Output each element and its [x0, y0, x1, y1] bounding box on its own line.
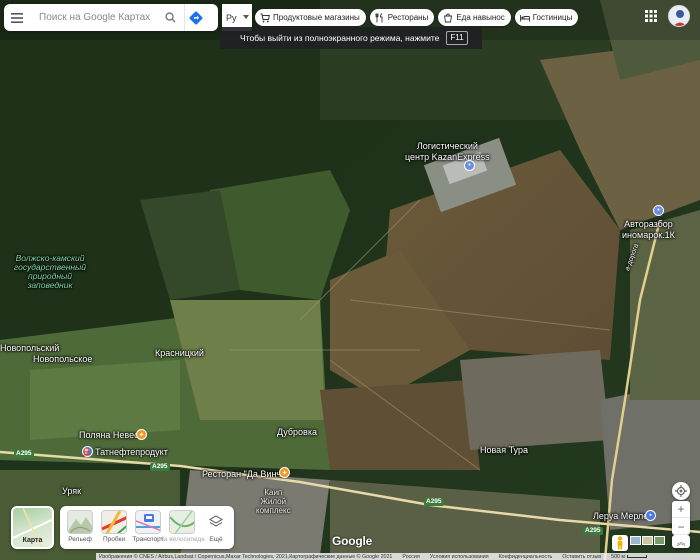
country-link[interactable]: Россия — [402, 554, 419, 560]
search-input[interactable] — [39, 12, 159, 23]
restaurant-label[interactable]: Ресторан "Да Винчи" — [202, 469, 289, 480]
menu-icon[interactable] — [4, 4, 30, 31]
thumb-2[interactable] — [642, 536, 653, 545]
logistics-pin-icon[interactable]: • — [464, 160, 475, 171]
polyana-label[interactable]: Поляна Невест — [79, 430, 143, 441]
layer-label: Рельеф — [68, 536, 92, 543]
residential-complex-label[interactable]: Каип Жилой комплекс — [256, 488, 291, 515]
leroy-pin-icon[interactable]: ▪ — [645, 510, 656, 521]
dubrovka-label[interactable]: Дубровка — [277, 427, 317, 438]
uryak-label[interactable]: Уряк — [62, 486, 81, 497]
minus-icon: − — [677, 519, 685, 534]
plus-icon: + — [677, 502, 685, 516]
imagery-attribution: Изображения © CNES / Airbus,Landsat / Co… — [99, 553, 393, 560]
bed-icon — [519, 13, 530, 23]
krasnitsky-label[interactable]: Красницкий — [155, 348, 204, 359]
map-type-button[interactable]: Карта — [11, 506, 54, 549]
chip-hotels[interactable]: Гостиницы — [514, 9, 579, 26]
my-location-button[interactable] — [672, 482, 690, 500]
cart-icon — [260, 13, 270, 23]
tatneft-label[interactable]: Татнефтепродукт — [95, 447, 168, 458]
terrain-icon — [67, 510, 93, 534]
apps-grid-icon[interactable] — [644, 9, 658, 23]
pegman-icon — [617, 536, 623, 550]
layer-terrain[interactable]: Рельеф — [66, 510, 94, 549]
crosshair-icon — [675, 485, 687, 497]
road-shield-a295: A295 — [424, 498, 444, 506]
layer-bicycling[interactable]: На велосипеде — [159, 510, 205, 549]
google-logo: Google — [332, 534, 373, 548]
novopolsky-label[interactable]: Новопольский — [0, 343, 59, 354]
scale-ruler — [627, 555, 648, 558]
road-shield-a295: A295 — [14, 450, 34, 458]
chip-label: Еда навынос — [456, 13, 505, 22]
fork-knife-icon — [375, 12, 385, 23]
reserve-label[interactable]: Волжско-камский государственный природны… — [14, 254, 86, 290]
chip-label: Гостиницы — [532, 13, 573, 22]
chevron-up-icon: ︽ — [676, 537, 686, 547]
gas-station-pin-icon[interactable]: ⛽ — [82, 446, 93, 457]
road-shield-a295: A295 — [583, 527, 603, 535]
terms-link[interactable]: Условия использования — [430, 554, 489, 560]
road-shield-a295: A295 — [150, 463, 170, 471]
scale-bar[interactable]: 500 м — [611, 553, 648, 560]
search-icon[interactable] — [159, 12, 181, 23]
feedback-link[interactable]: Оставить отзыв — [562, 554, 601, 560]
layers-panel: Рельеф Пробки Транспорт На велосипеде Ещ… — [60, 506, 234, 549]
autorazbor-pin-icon[interactable]: • — [653, 205, 664, 216]
layer-label: На велосипеде — [159, 536, 205, 543]
zoom-out-button[interactable]: − — [672, 518, 690, 535]
layer-label: Ещё — [209, 536, 223, 543]
map-footer: Изображения © CNES / Airbus,Landsat / Co… — [96, 553, 700, 560]
restaurant-pin-icon[interactable]: ✦ — [279, 467, 290, 478]
autorazbor-label[interactable]: Авторазбор иномарок.1К — [622, 219, 675, 241]
bicycle-icon — [169, 510, 195, 534]
layer-label: Пробки — [102, 536, 126, 543]
chip-groceries[interactable]: Продуктовые магазины — [255, 9, 366, 26]
layer-transit[interactable]: Транспорт — [132, 510, 164, 549]
language-value: Ру — [226, 12, 237, 23]
chevron-down-icon — [243, 15, 249, 19]
zoom-controls: + − — [672, 501, 690, 535]
search-box[interactable] — [4, 4, 218, 31]
satellite-map[interactable]: Логистический центр KazanExpress • Волжс… — [0, 0, 700, 560]
novopolskoe-label[interactable]: Новопольское — [33, 354, 92, 365]
chip-takeout[interactable]: Еда навынос — [438, 9, 511, 26]
privacy-link[interactable]: Конфиденциальность — [499, 554, 553, 560]
chip-label: Продуктовые магазины — [273, 13, 360, 22]
scale-label: 500 м — [611, 553, 626, 560]
zoom-in-button[interactable]: + — [672, 501, 690, 518]
fullscreen-notice-text: Чтобы выйти из полноэкранного режима, на… — [240, 33, 440, 43]
street-view-pegman[interactable] — [612, 535, 628, 551]
map-type-label: Карта — [22, 537, 43, 544]
novaya-tura-label[interactable]: Новая Тура — [480, 445, 528, 456]
fullscreen-notice: Чтобы выйти из полноэкранного режима, на… — [220, 27, 482, 49]
satellite-imagery — [0, 0, 700, 560]
thumb-1[interactable] — [630, 536, 641, 545]
expand-button[interactable]: ︽ — [672, 535, 690, 548]
category-chips: Продуктовые магазины Рестораны Еда навын… — [255, 9, 579, 26]
logistics-center-label[interactable]: Логистический центр KazanExpress — [405, 141, 490, 163]
directions-icon[interactable] — [184, 4, 206, 31]
f11-key: F11 — [446, 31, 468, 45]
account-avatar[interactable] — [668, 5, 690, 27]
thumb-3[interactable] — [654, 536, 665, 545]
layer-more[interactable]: Ещё — [202, 510, 230, 549]
chip-label: Рестораны — [387, 13, 429, 22]
layer-traffic[interactable]: Пробки — [100, 510, 128, 549]
chip-restaurants[interactable]: Рестораны — [369, 9, 435, 26]
polyana-pin-icon[interactable]: ✦ — [136, 429, 147, 440]
takeout-icon — [443, 13, 453, 23]
transit-icon — [135, 510, 161, 534]
imagery-thumbnails[interactable] — [630, 536, 665, 545]
layers-icon — [203, 510, 229, 534]
traffic-icon — [101, 510, 127, 534]
